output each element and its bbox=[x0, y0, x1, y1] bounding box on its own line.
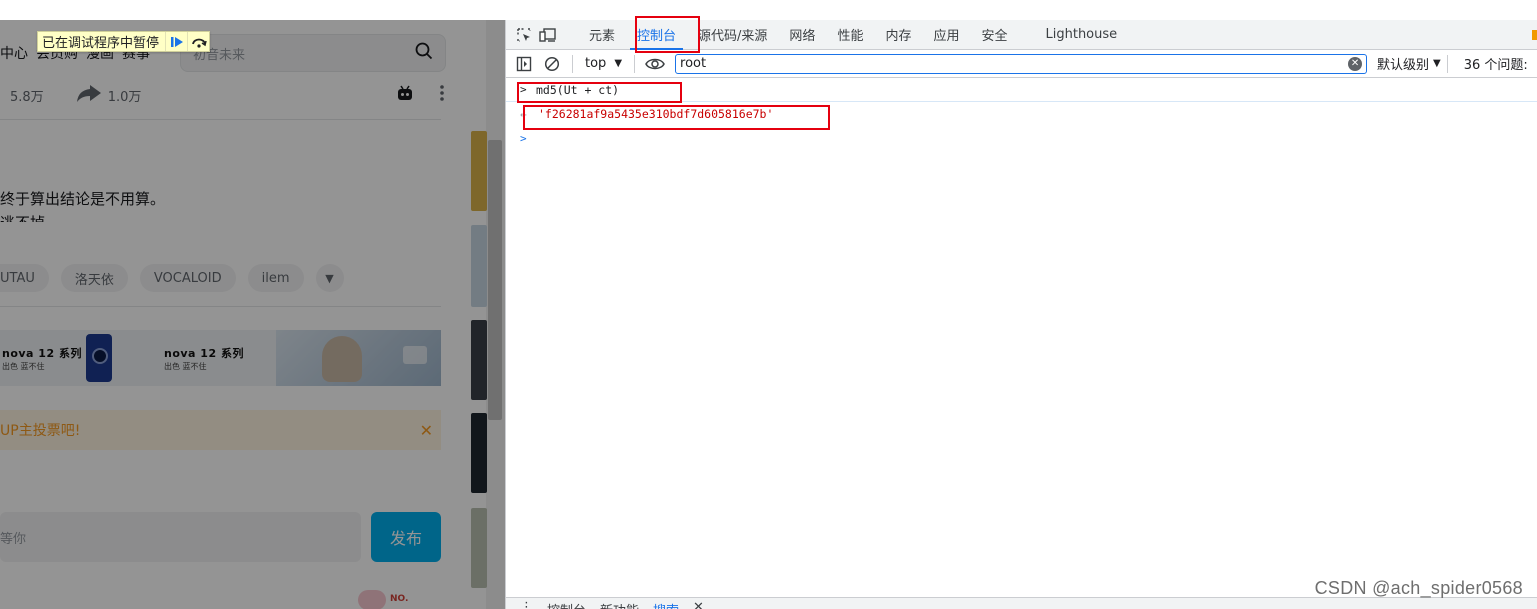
webpage-viewport: 中心 会员购 漫画 赛事 初音未来 5.8万 1.0万 终于算出结论是不用算。 … bbox=[0, 20, 505, 609]
devtools-tab-bar: 元素 控制台 源代码/来源 网络 性能 内存 应用 安全 Lighthouse bbox=[506, 16, 1537, 53]
dropdown-arrow-icon: ▼ bbox=[1433, 58, 1441, 69]
console-toolbar: top ▼ root ✕ 默认级别 ▼ 36 个问题: bbox=[506, 50, 1537, 78]
context-selector[interactable]: top ▼ bbox=[579, 56, 628, 71]
drawer-tab-search[interactable]: 搜索 bbox=[653, 600, 679, 609]
close-icon[interactable]: ✕ bbox=[693, 600, 704, 609]
tab-sources[interactable]: 源代码/来源 bbox=[687, 20, 778, 50]
toolbar-separator bbox=[572, 54, 573, 73]
tab-memory[interactable]: 内存 bbox=[874, 20, 922, 50]
tab-performance[interactable]: 性能 bbox=[826, 20, 874, 50]
log-level-label: 默认级别 bbox=[1377, 58, 1430, 73]
highlight-box-result bbox=[523, 105, 830, 130]
warning-indicator-icon[interactable] bbox=[1532, 30, 1537, 40]
sidebar-toggle-icon[interactable] bbox=[510, 50, 538, 78]
log-level-dropdown[interactable]: 默认级别 ▼ bbox=[1377, 54, 1441, 73]
console-filter-input[interactable]: root ✕ bbox=[675, 53, 1368, 74]
clear-filter-icon[interactable]: ✕ bbox=[1348, 56, 1363, 71]
watermark: CSDN @ach_spider0568 bbox=[1314, 578, 1523, 598]
highlight-box-console-tab bbox=[635, 16, 700, 53]
context-label: top bbox=[585, 56, 607, 71]
drawer-tab-console[interactable]: 控制台 bbox=[547, 600, 586, 609]
toolbar-separator bbox=[634, 54, 636, 73]
filter-value: root bbox=[680, 56, 707, 71]
prompt-chevron-icon: > bbox=[520, 131, 527, 145]
console-output[interactable]: > md5(Ut + ct) ← 'f26281af9a5435e310bdf7… bbox=[506, 78, 1537, 150]
dropdown-arrow-icon: ▼ bbox=[614, 58, 623, 69]
toolbar-separator bbox=[1446, 54, 1448, 73]
device-toolbar-icon[interactable] bbox=[536, 23, 560, 47]
drawer-tab-whats-new[interactable]: 新功能 bbox=[600, 600, 639, 609]
tab-application[interactable]: 应用 bbox=[922, 20, 970, 50]
resume-icon[interactable] bbox=[165, 32, 187, 51]
live-expression-eye-icon[interactable] bbox=[641, 50, 669, 78]
highlight-box-command bbox=[517, 82, 682, 103]
tab-security[interactable]: 安全 bbox=[970, 20, 1018, 50]
tab-elements[interactable]: 元素 bbox=[578, 20, 626, 50]
devtools-panel: 元素 控制台 源代码/来源 网络 性能 内存 应用 安全 Lighthouse … bbox=[505, 16, 1537, 609]
issues-counter[interactable]: 36 个问题: bbox=[1454, 54, 1528, 73]
step-over-icon[interactable] bbox=[187, 32, 209, 51]
inspect-element-icon[interactable] bbox=[512, 23, 536, 47]
drawer-menu-icon[interactable]: ⋮ bbox=[520, 600, 533, 609]
paused-overlay bbox=[0, 20, 505, 609]
tab-network[interactable]: 网络 bbox=[778, 20, 826, 50]
tab-lighthouse[interactable]: Lighthouse bbox=[1035, 20, 1129, 50]
clear-console-icon[interactable] bbox=[538, 50, 566, 78]
debugger-paused-badge: 已在调试程序中暂停 bbox=[37, 31, 211, 52]
paused-text: 已在调试程序中暂停 bbox=[42, 36, 160, 51]
